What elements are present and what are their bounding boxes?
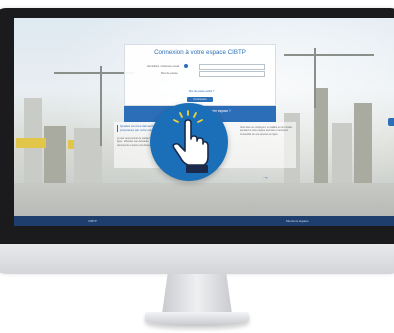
pointing-hand-icon	[172, 110, 209, 173]
footer-left-link[interactable]: CIBTP	[88, 219, 97, 223]
side-tab[interactable]	[388, 118, 394, 126]
connect-button[interactable]: Connexion	[187, 97, 213, 102]
monitor-stand	[162, 274, 232, 314]
building	[44, 126, 66, 188]
crane	[100, 66, 102, 146]
password-label: Mot de passe	[161, 71, 178, 75]
password-input[interactable]	[199, 71, 265, 77]
help-icon[interactable]	[184, 64, 188, 68]
forgot-password-link[interactable]: Mot de passe oublié ?	[189, 90, 214, 93]
crane	[54, 72, 134, 74]
username-label: Identifiant / Adresse email	[147, 64, 180, 68]
login-panel: Connexion à votre espace CIBTP Identifia…	[124, 44, 276, 106]
building	[354, 103, 372, 183]
footer-legal-link[interactable]: Mentions légales	[286, 219, 309, 223]
touch-overlay	[150, 103, 228, 181]
building	[314, 88, 328, 183]
building	[74, 128, 102, 183]
crane	[314, 48, 316, 108]
building	[16, 138, 46, 148]
crane	[284, 54, 374, 56]
building	[332, 123, 352, 183]
login-title: Connexion à votre espace CIBTP	[154, 49, 246, 56]
monitor-chin	[0, 244, 394, 274]
footer-bar: CIBTP Mentions légales	[14, 216, 394, 226]
info-right-text: Vous êtes un employeur, un salarié ou un…	[240, 126, 294, 136]
monitor-base	[145, 312, 249, 326]
arrow-right-icon[interactable]: →	[262, 174, 269, 181]
username-input[interactable]	[199, 64, 265, 70]
